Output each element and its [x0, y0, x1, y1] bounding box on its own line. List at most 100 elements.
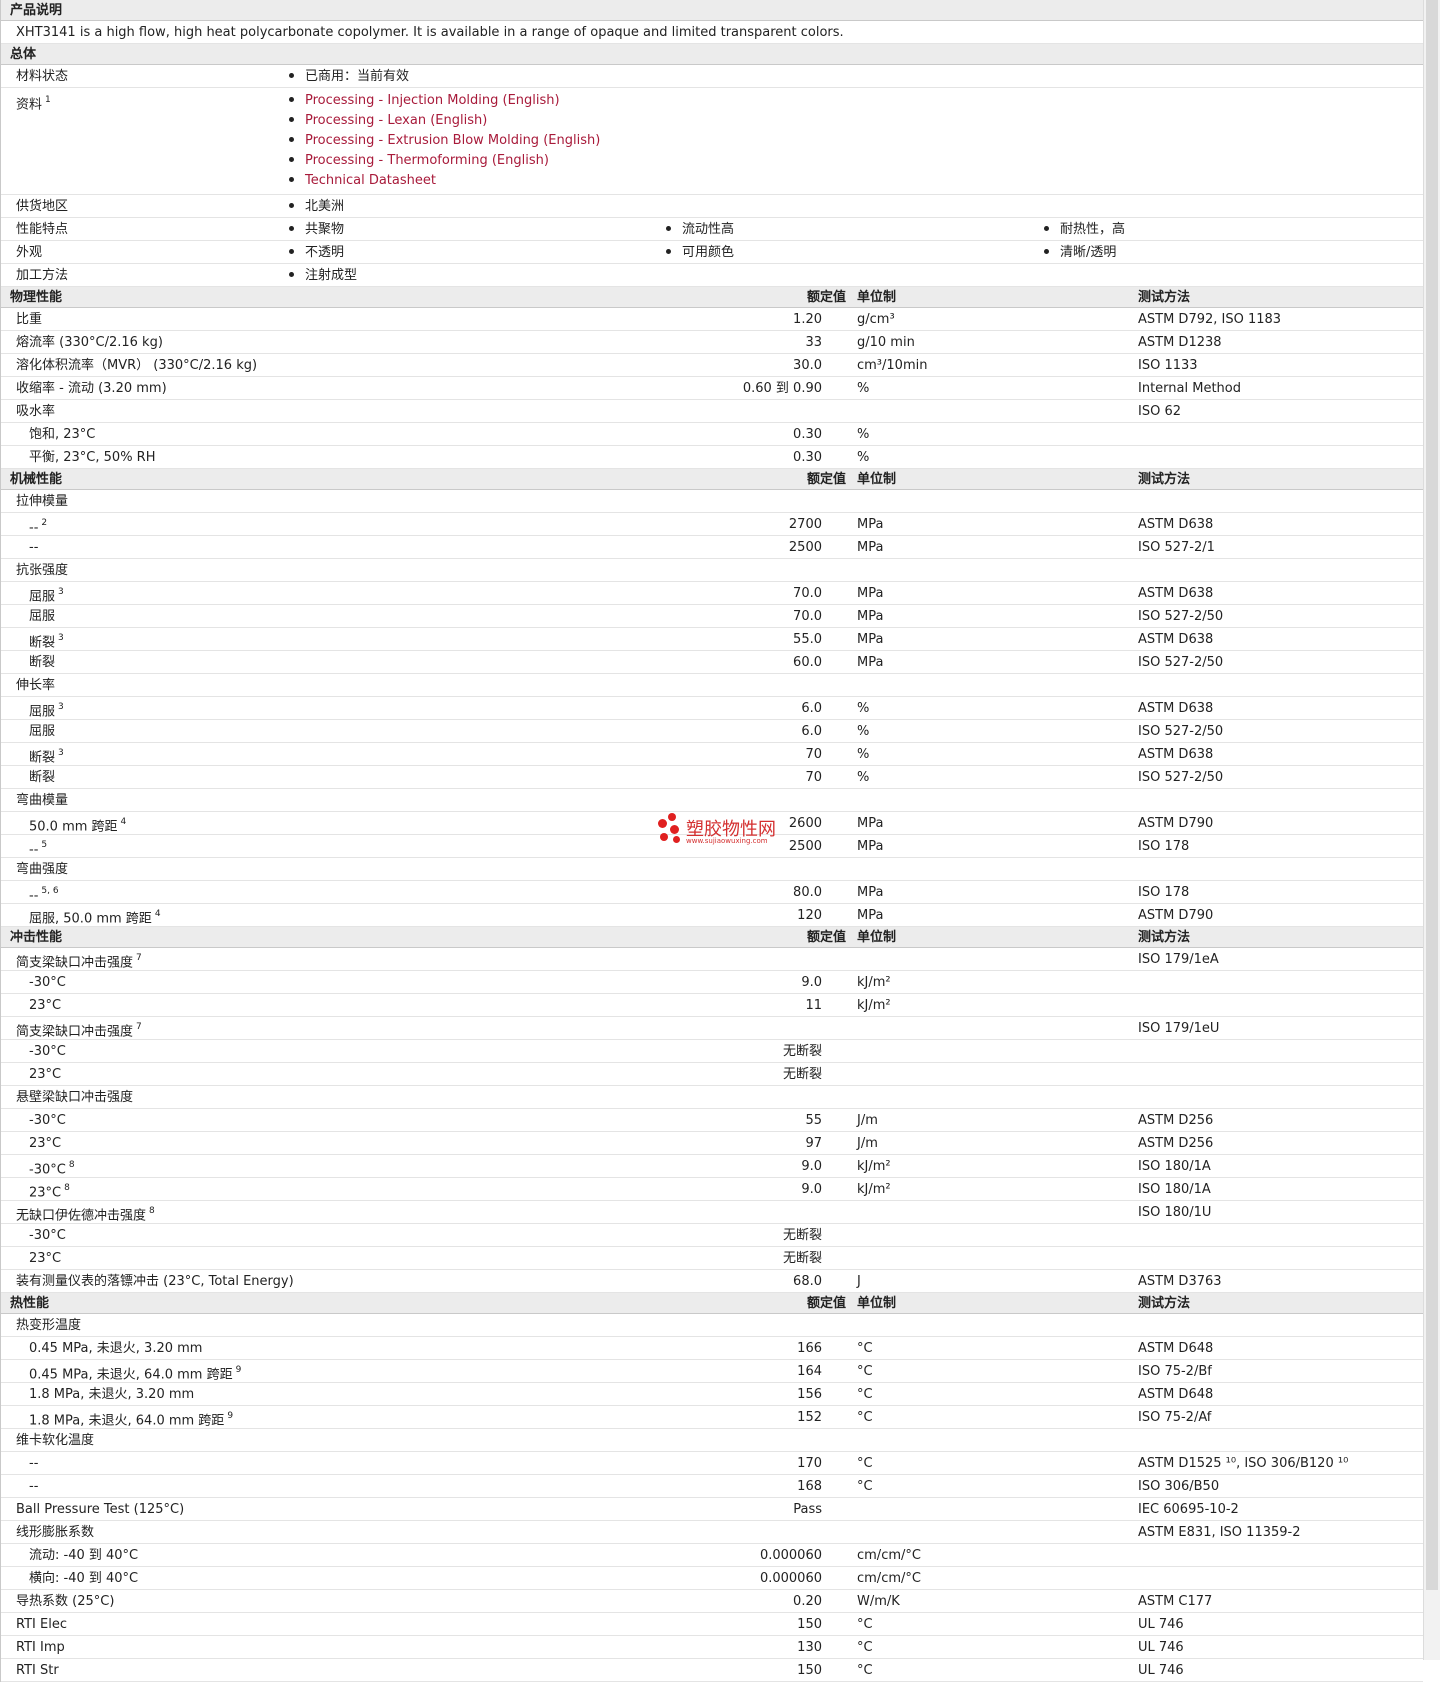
appearance-row: 外观 不透明 可用颜色 清晰/透明 [1, 241, 1423, 264]
property-label: RTI Str [16, 1659, 59, 1682]
scrollbar-thumb[interactable] [1426, 0, 1438, 1590]
logo-dot [673, 836, 680, 843]
label-text: 0.45 MPa, 未退火, 64.0 mm 跨距 [29, 1367, 233, 1383]
property-value: 120 [797, 908, 822, 923]
property-row: -30°C 9.0 kJ/m² [1, 971, 1423, 994]
property-label: 线形膨胀系数 [16, 1521, 94, 1544]
property-label: RTI Elec [16, 1613, 67, 1636]
property-value: 0.20 [793, 1594, 822, 1609]
document-link[interactable]: Processing - Extrusion Blow Molding (Eng… [305, 133, 600, 148]
property-label: 屈服 [29, 720, 55, 743]
label-text: -- [29, 842, 39, 858]
property-row: -- 168 °C ISO 306/B50 [1, 1475, 1423, 1498]
property-label: -30°C [29, 1040, 66, 1063]
document-link[interactable]: Processing - Injection Molding (English) [305, 93, 560, 108]
label-text: 收缩率 - 流动 (3.20 mm) [16, 381, 167, 396]
property-row: 1.8 MPa, 未退火, 64.0 mm 跨距 9 152 °C ISO 75-2/A… [1, 1406, 1423, 1429]
property-row: 比重 1.20 g/cm³ ASTM D792, ISO 1183 [1, 308, 1423, 331]
appearance-item: 清晰/透明 [1044, 241, 1116, 264]
property-value: 2500 [788, 540, 822, 555]
bullet-icon [289, 97, 294, 102]
property-value: 80.0 [793, 885, 822, 900]
property-label: 23°C [29, 994, 61, 1017]
property-row: 导热系数 (25°C) 0.20 W/m/K ASTM C177 [1, 1590, 1423, 1613]
property-row: 断裂 60.0 MPa ISO 527-2/50 [1, 651, 1423, 674]
footnote-ref: 3 [58, 702, 64, 712]
footnote-ref: 7 [136, 953, 142, 963]
property-label: 23°C [29, 1063, 61, 1086]
test-method: ISO 178 [1138, 885, 1190, 900]
property-value: 0.60 到 0.90 [742, 381, 822, 396]
test-method: ISO 306/B50 [1138, 1479, 1220, 1494]
property-label: Ball Pressure Test (125°C) [16, 1498, 184, 1521]
test-method: ASTM C177 [1138, 1594, 1213, 1609]
property-unit: MPa [857, 839, 884, 854]
bullet-icon [289, 203, 294, 208]
label-text: 屈服 [29, 704, 56, 720]
test-method: ASTM D648 [1138, 1341, 1214, 1356]
footnote-ref: 4 [154, 909, 161, 919]
test-method: UL 746 [1138, 1663, 1184, 1678]
document-links: Processing - Injection Molding (English)… [289, 91, 1423, 191]
label-text: 熔流率 (330°C/2.16 kg) [16, 335, 163, 350]
property-row: -- 2500 MPa ISO 527-2/1 [1, 536, 1423, 559]
property-row: 吸水率 ISO 62 [1, 400, 1423, 423]
label-text: 断裂 [29, 655, 56, 670]
test-method: ISO 180/1U [1138, 1205, 1212, 1220]
property-value: 97 [805, 1136, 822, 1151]
label-text: 23°C [29, 1185, 62, 1201]
appearance-item: 可用颜色 [666, 241, 734, 264]
property-value: 0.000060 [759, 1548, 822, 1563]
property-unit: J/m [857, 1136, 878, 1151]
property-row: 流动: -40 到 40°C 0.000060 cm/cm/°C [1, 1544, 1423, 1567]
property-label: 0.45 MPa, 未退火, 3.20 mm [29, 1337, 202, 1360]
property-label: 吸水率 [16, 400, 55, 423]
property-row: RTI Imp 130 °C UL 746 [1, 1636, 1423, 1659]
label-text: 维卡软化温度 [16, 1433, 95, 1448]
test-method: ASTM D792, ISO 1183 [1138, 312, 1282, 327]
property-row: 维卡软化温度 [1, 1429, 1423, 1452]
property-row: 23°C 97 J/m ASTM D256 [1, 1132, 1423, 1155]
test-method: ASTM D3763 [1138, 1274, 1222, 1289]
property-row: 23°C 无断裂 [1, 1247, 1423, 1270]
document-item: Processing - Extrusion Blow Molding (Eng… [289, 131, 1423, 151]
test-method: ISO 527-2/50 [1138, 655, 1224, 670]
test-method: ASTM D1525 ¹⁰, ISO 306/B120 ¹⁰ [1138, 1456, 1349, 1471]
property-value: 6.0 [801, 724, 822, 739]
material-status-row: 材料状态 已商用：当前有效 [1, 65, 1423, 88]
property-label: 抗张强度 [16, 559, 68, 582]
property-row: 线形膨胀系数 ASTM E831, ISO 11359-2 [1, 1521, 1423, 1544]
footnote-ref: 3 [58, 587, 64, 597]
test-method: ISO 178 [1138, 839, 1190, 854]
label-text: 吸水率 [16, 404, 56, 419]
property-value: 0.30 [793, 450, 822, 465]
property-unit: % [857, 450, 870, 465]
document-link[interactable]: Processing - Thermoforming (English) [305, 153, 549, 168]
property-value: 170 [797, 1456, 822, 1471]
footnote-ref: 8 [64, 1183, 70, 1193]
property-unit: °C [857, 1479, 873, 1494]
property-unit: g/cm³ [857, 312, 895, 327]
label-text: 屈服, 50.0 mm 跨距 [29, 911, 152, 927]
description-text: XHT3141 is a high flow, high heat polyca… [1, 21, 1423, 44]
bullet-icon [289, 226, 294, 231]
bullet-icon [289, 249, 294, 254]
property-unit: MPa [857, 908, 884, 923]
test-method: ISO 180/1A [1138, 1182, 1211, 1197]
document-link[interactable]: Technical Datasheet [305, 173, 436, 188]
property-label: 伸长率 [16, 674, 55, 697]
section-header-thermal: 热性能 额定值 单位制 测试方法 [1, 1293, 1423, 1314]
property-label: 拉伸模量 [16, 490, 68, 513]
property-unit: °C [857, 1640, 873, 1655]
property-value: 70.0 [793, 586, 822, 601]
vertical-scrollbar[interactable] [1423, 0, 1440, 1660]
header-value: 额定值 [807, 1296, 847, 1311]
property-label: 流动: -40 到 40°C [29, 1544, 138, 1567]
document-link[interactable]: Processing - Lexan (English) [305, 113, 487, 128]
property-row: 简支梁缺口冲击强度 7 ISO 179/1eU [1, 1017, 1423, 1040]
property-label: 维卡软化温度 [16, 1429, 94, 1452]
property-row: 热变形温度 [1, 1314, 1423, 1337]
logo-dot [660, 833, 668, 841]
property-row: -30°C 55 J/m ASTM D256 [1, 1109, 1423, 1132]
logo-dot [658, 819, 667, 828]
